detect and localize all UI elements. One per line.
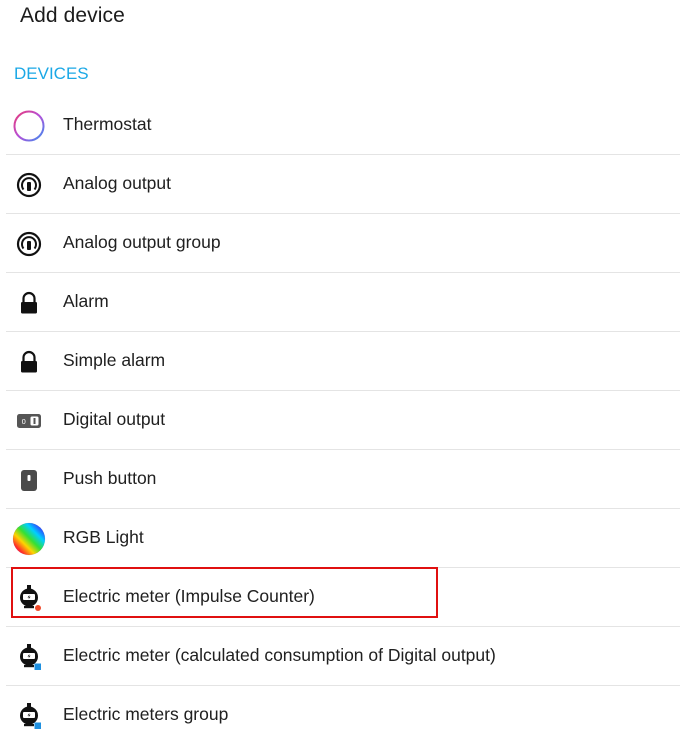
list-item-label: Alarm <box>63 291 109 311</box>
list-item-analog-output[interactable]: Analog output <box>6 155 680 214</box>
list-item-digital-output[interactable]: 0 Digital output <box>6 391 680 450</box>
page-title: Add device <box>20 4 125 27</box>
list-item-label: Digital output <box>63 409 166 429</box>
section-header-devices: DEVICES <box>14 64 89 83</box>
list-item-analog-output-group[interactable]: Analog output group <box>6 214 680 273</box>
lock-icon <box>12 286 46 320</box>
list-item-electric-meter-digital[interactable]: Electric meter (calculated consumption o… <box>6 627 680 686</box>
electric-meters-group-icon <box>12 699 46 733</box>
lock-icon <box>12 345 46 379</box>
analog-output-group-icon <box>12 227 46 261</box>
list-item-electric-meters-group[interactable]: Electric meters group <box>6 686 680 744</box>
analog-output-icon <box>12 168 46 202</box>
rgb-light-icon <box>12 522 46 556</box>
electric-meter-digital-icon <box>12 640 46 674</box>
list-item-label: Electric meter (calculated consumption o… <box>63 645 496 665</box>
list-item-rgb-light[interactable]: RGB Light <box>6 509 680 568</box>
list-item-label: Electric meter (Impulse Counter) <box>63 586 315 606</box>
list-item-label: Simple alarm <box>63 350 166 370</box>
list-item-alarm[interactable]: Alarm <box>6 273 680 332</box>
electric-meter-impulse-icon <box>12 581 46 615</box>
list-item-label: Analog output group <box>63 232 221 252</box>
list-item-thermostat[interactable]: Thermostat <box>6 96 680 155</box>
thermostat-icon <box>12 109 46 143</box>
list-item-label: Electric meters group <box>63 704 229 724</box>
list-item-label: Thermostat <box>63 114 152 134</box>
list-item-label: Push button <box>63 468 157 488</box>
digital-output-icon: 0 <box>12 404 46 438</box>
svg-text:0: 0 <box>21 418 25 426</box>
list-item-simple-alarm[interactable]: Simple alarm <box>6 332 680 391</box>
list-item-electric-meter-impulse[interactable]: Electric meter (Impulse Counter) <box>6 568 680 627</box>
list-item-label: Analog output <box>63 173 172 193</box>
list-item-push-button[interactable]: Push button <box>6 450 680 509</box>
list-item-label: RGB Light <box>63 527 144 547</box>
device-list: Thermostat Analog output Analog output g… <box>0 96 680 744</box>
push-button-icon <box>12 463 46 497</box>
